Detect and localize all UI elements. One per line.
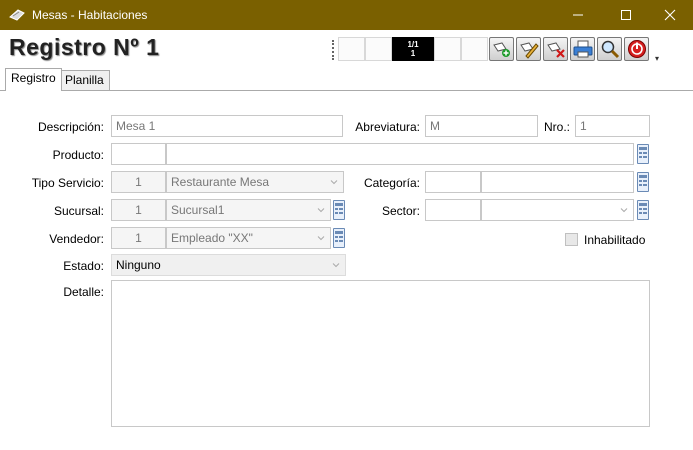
nav-first-button[interactable] <box>338 37 365 61</box>
nav-last-button[interactable] <box>461 37 488 61</box>
sucursal-select[interactable]: Sucursal1 <box>166 199 331 221</box>
nro-input[interactable]: 1 <box>575 115 650 137</box>
producto-name-input[interactable] <box>166 143 634 165</box>
estado-label: Estado: <box>63 259 104 273</box>
vendedor-value: Empleado "XX" <box>171 231 253 245</box>
maximize-button[interactable] <box>603 0 649 30</box>
sucursal-code-input[interactable]: 1 <box>111 199 166 221</box>
search-button[interactable] <box>597 37 622 61</box>
tipo-servicio-code-input[interactable]: 1 <box>111 171 166 193</box>
producto-code-input[interactable] <box>111 143 166 165</box>
categoria-label: Categoría: <box>363 176 420 190</box>
lookup-icon <box>639 147 647 158</box>
vendedor-label: Vendedor: <box>49 232 104 246</box>
record-counter: 1/1 1 <box>392 37 434 61</box>
lookup-icon <box>639 175 647 186</box>
estado-value: Ninguno <box>116 258 161 272</box>
sector-label: Sector: <box>381 204 420 218</box>
tipo-servicio-label: Tipo Servicio: <box>31 176 104 190</box>
tab-registro[interactable]: Registro <box>5 68 62 91</box>
nav-prev-button[interactable] <box>365 37 392 61</box>
abreviatura-input[interactable]: M <box>425 115 538 137</box>
sucursal-lookup-button[interactable] <box>333 200 345 220</box>
vendedor-code-input[interactable]: 1 <box>111 227 166 249</box>
detalle-label: Detalle: <box>63 285 104 299</box>
detalle-textarea[interactable] <box>111 280 650 427</box>
chevron-down-icon <box>620 208 628 213</box>
edit-record-button[interactable] <box>516 37 541 61</box>
nro-label: Nro.: <box>543 120 570 134</box>
lookup-icon <box>335 203 343 214</box>
exit-button[interactable] <box>624 37 649 61</box>
sector-lookup-button[interactable] <box>637 200 649 220</box>
producto-lookup-button[interactable] <box>637 144 649 164</box>
producto-label: Producto: <box>52 148 104 162</box>
window-title: Mesas - Habitaciones <box>32 8 148 22</box>
nav-next-button[interactable] <box>434 37 461 61</box>
close-button[interactable] <box>647 0 693 30</box>
estado-select[interactable]: Ninguno <box>111 254 346 276</box>
sucursal-label: Sucursal: <box>53 204 104 218</box>
toolbar-overflow-icon[interactable]: ▾ <box>655 54 659 63</box>
exit-icon <box>627 40 646 58</box>
minimize-icon <box>573 14 583 16</box>
tipo-servicio-select[interactable]: Restaurante Mesa <box>166 171 344 193</box>
edit-record-icon <box>519 42 539 59</box>
delete-record-icon <box>546 42 565 58</box>
inhabilitado-checkbox[interactable] <box>565 233 578 246</box>
categoria-lookup-button[interactable] <box>637 172 649 192</box>
minimize-button[interactable] <box>555 0 601 30</box>
lookup-icon <box>335 231 343 242</box>
add-record-icon <box>492 42 510 57</box>
print-button[interactable] <box>570 37 595 61</box>
vendedor-select[interactable]: Empleado "XX" <box>166 227 331 249</box>
sucursal-value: Sucursal1 <box>171 203 225 217</box>
maximize-icon <box>621 10 631 20</box>
record-title: Registro Nº 1 <box>9 34 160 60</box>
inhabilitado-label: Inhabilitado <box>584 233 646 247</box>
categoria-code-input[interactable] <box>425 171 481 193</box>
add-record-button[interactable] <box>489 37 514 61</box>
tab-divider <box>0 90 693 91</box>
print-icon <box>573 40 592 58</box>
close-icon <box>664 9 676 21</box>
descripcion-input[interactable]: Mesa 1 <box>111 115 343 137</box>
sector-code-input[interactable] <box>425 199 481 221</box>
tab-planilla[interactable]: Planilla <box>59 70 110 91</box>
delete-record-button[interactable] <box>543 37 568 61</box>
search-icon <box>601 40 619 59</box>
chevron-down-icon <box>330 180 338 185</box>
tipo-servicio-value: Restaurante Mesa <box>171 175 270 189</box>
sector-select[interactable] <box>481 199 634 221</box>
record-count: 1 <box>410 49 416 58</box>
record-position: 1/1 <box>407 40 419 49</box>
categoria-name-input[interactable] <box>481 171 634 193</box>
abreviatura-label: Abreviatura: <box>355 120 420 134</box>
vendedor-lookup-button[interactable] <box>333 228 345 248</box>
app-icon <box>9 9 25 21</box>
toolbar-grip[interactable] <box>332 40 335 60</box>
lookup-icon <box>639 203 647 214</box>
title-bar: Mesas - Habitaciones <box>0 0 693 30</box>
chevron-down-icon <box>317 236 325 241</box>
chevron-down-icon <box>317 208 325 213</box>
chevron-down-icon <box>332 263 340 268</box>
descripcion-label: Descripción: <box>37 120 104 134</box>
